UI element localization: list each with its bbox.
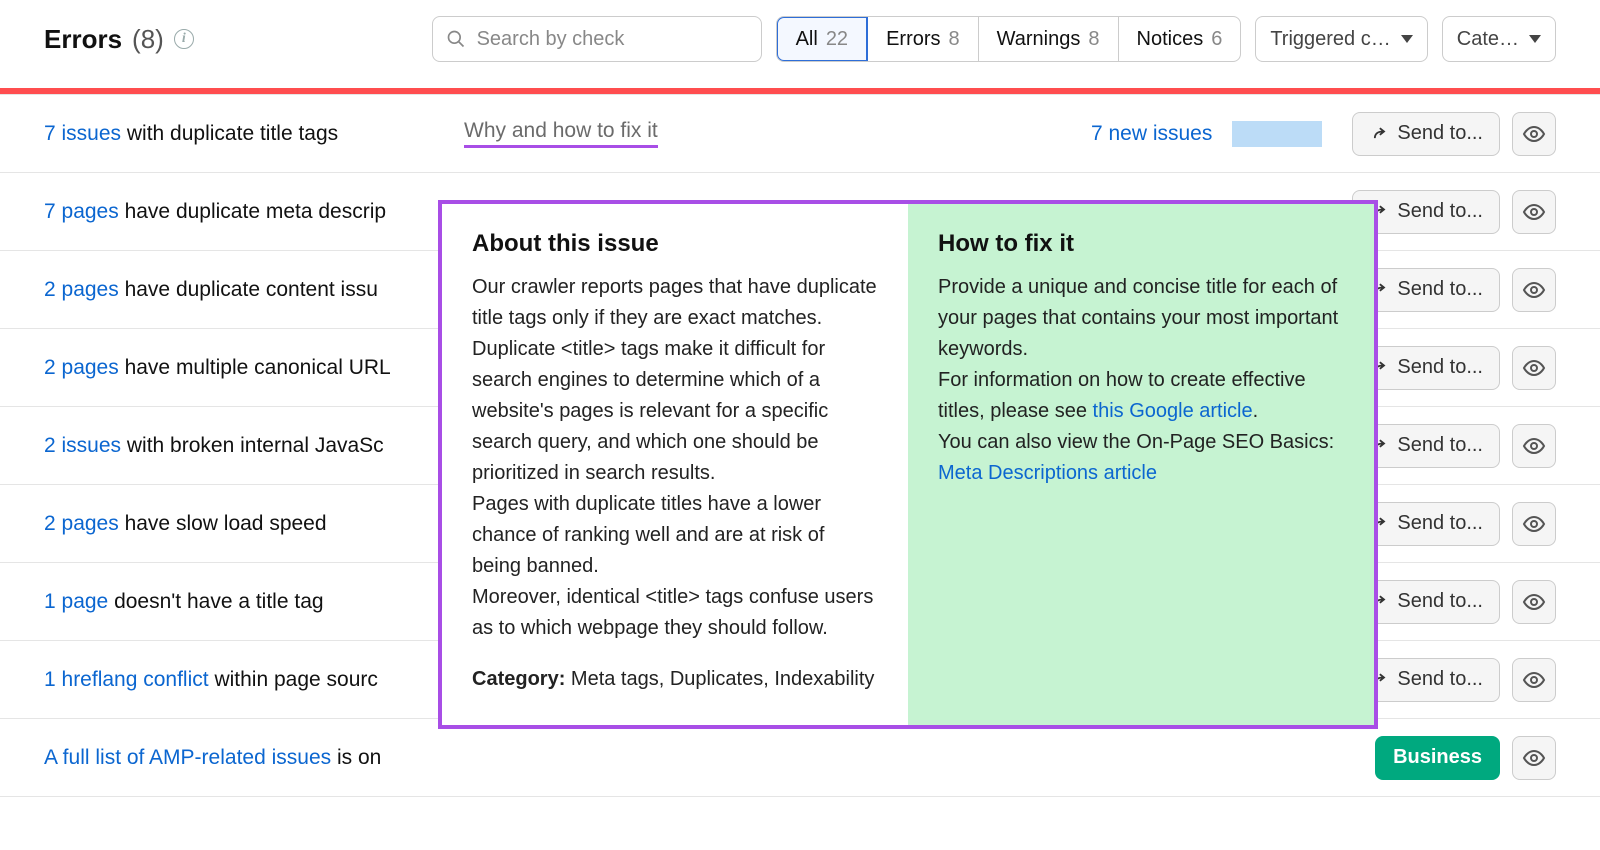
eye-icon <box>1522 200 1546 224</box>
info-icon[interactable]: i <box>174 29 194 49</box>
eye-icon <box>1522 434 1546 458</box>
section-title-count: (8) <box>132 24 164 55</box>
eye-icon <box>1522 746 1546 770</box>
issue-rest: within page sourc <box>209 668 378 691</box>
about-title: About this issue <box>472 230 878 258</box>
tab-notices[interactable]: Notices6 <box>1119 17 1241 61</box>
section-title-text: Errors <box>44 24 122 55</box>
visibility-toggle[interactable] <box>1512 424 1556 468</box>
issue-rest: have duplicate content issu <box>119 278 378 301</box>
issue-link[interactable]: 2 pages <box>44 278 119 301</box>
meta-descriptions-article-link[interactable]: Meta Descriptions article <box>938 462 1157 484</box>
visibility-toggle[interactable] <box>1512 736 1556 780</box>
eye-icon <box>1522 668 1546 692</box>
issue-link[interactable]: A full list of AMP-related issues <box>44 746 331 769</box>
issue-link[interactable]: 7 issues <box>44 122 121 145</box>
eye-icon <box>1522 122 1546 146</box>
visibility-toggle[interactable] <box>1512 190 1556 234</box>
filter-triggered[interactable]: Triggered c… <box>1255 16 1427 62</box>
filter-category[interactable]: Cate… <box>1442 16 1556 62</box>
issue-link[interactable]: 2 issues <box>44 434 121 457</box>
search-icon <box>446 29 466 49</box>
howtofix-title: How to fix it <box>938 230 1344 258</box>
issue-rest: have duplicate meta descrip <box>119 200 386 223</box>
why-and-how-link[interactable]: Why and how to fix it <box>464 119 658 148</box>
issue-row: A full list of AMP-related issues is on … <box>0 719 1600 797</box>
share-arrow-icon <box>1369 124 1389 144</box>
chevron-down-icon <box>1401 35 1413 43</box>
visibility-toggle[interactable] <box>1512 658 1556 702</box>
eye-icon <box>1522 512 1546 536</box>
eye-icon <box>1522 278 1546 302</box>
issue-row: 7 issues with duplicate title tags Why a… <box>0 95 1600 173</box>
issue-explainer-popover: About this issue Our crawler reports pag… <box>438 200 1378 729</box>
tab-all[interactable]: All22 <box>776 16 868 62</box>
issue-link[interactable]: 2 pages <box>44 512 119 535</box>
about-category: Category: Meta tags, Duplicates, Indexab… <box>472 664 878 695</box>
about-panel: About this issue Our crawler reports pag… <box>442 204 908 725</box>
eye-icon <box>1522 356 1546 380</box>
visibility-toggle[interactable] <box>1512 112 1556 156</box>
issue-bar <box>1232 121 1322 147</box>
howtofix-text: Provide a unique and concise title for e… <box>938 272 1344 489</box>
visibility-toggle[interactable] <box>1512 580 1556 624</box>
tab-errors[interactable]: Errors8 <box>868 17 979 61</box>
howtofix-panel: How to fix it Provide a unique and conci… <box>908 204 1374 725</box>
issue-rest: with broken internal JavaSc <box>121 434 384 457</box>
new-issues-link[interactable]: 7 new issues <box>1091 122 1212 146</box>
search-field[interactable] <box>432 16 762 62</box>
chevron-down-icon <box>1529 35 1541 43</box>
visibility-toggle[interactable] <box>1512 502 1556 546</box>
eye-icon <box>1522 590 1546 614</box>
visibility-toggle[interactable] <box>1512 268 1556 312</box>
send-to-button[interactable]: Send to... <box>1352 112 1500 156</box>
issue-link[interactable]: 7 pages <box>44 200 119 223</box>
issue-link[interactable]: 1 hreflang conflict <box>44 668 209 691</box>
severity-tabs: All22 Errors8 Warnings8 Notices6 <box>776 16 1242 62</box>
issue-rest: have slow load speed <box>119 512 327 535</box>
issue-rest: have multiple canonical URL <box>119 356 391 379</box>
visibility-toggle[interactable] <box>1512 346 1556 390</box>
issue-rest: is on <box>331 746 381 769</box>
business-badge[interactable]: Business <box>1375 736 1500 780</box>
issue-rest: doesn't have a title tag <box>108 590 323 613</box>
tab-warnings[interactable]: Warnings8 <box>979 17 1119 61</box>
issue-rest: with duplicate title tags <box>121 122 338 145</box>
search-input[interactable] <box>432 16 762 62</box>
issue-link[interactable]: 2 pages <box>44 356 119 379</box>
issue-link[interactable]: 1 page <box>44 590 108 613</box>
google-article-link[interactable]: this Google article <box>1093 400 1253 422</box>
section-title: Errors (8) i <box>44 24 194 55</box>
about-text: Our crawler reports pages that have dupl… <box>472 272 878 644</box>
